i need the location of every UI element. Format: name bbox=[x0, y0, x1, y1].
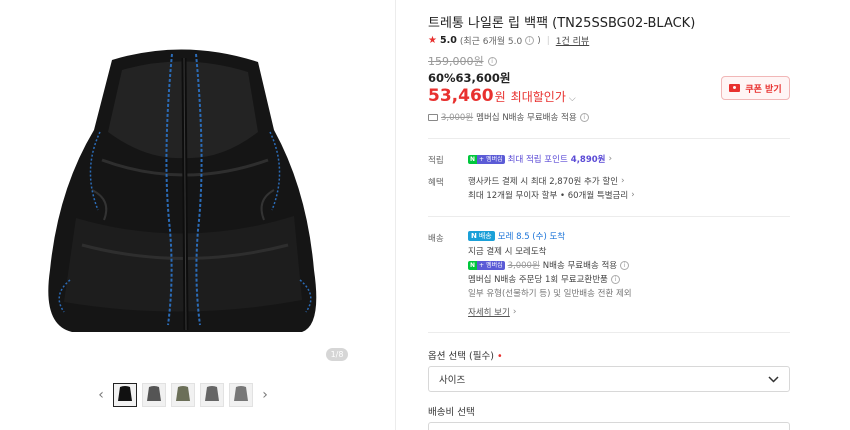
chevron-right-icon: › bbox=[262, 387, 268, 403]
sale-price: 63,600원 bbox=[455, 71, 511, 85]
shipping-fee-select-label: 배송비 선택 bbox=[428, 407, 475, 418]
naver-membership-badge: N + 멤버십 bbox=[468, 154, 505, 164]
chevron-down-icon bbox=[765, 375, 781, 383]
thumbnail-5[interactable] bbox=[229, 383, 253, 407]
size-select-value: 사이즈 bbox=[439, 375, 466, 386]
required-mark: • bbox=[496, 351, 503, 362]
shipping-fee-select[interactable] bbox=[428, 422, 790, 430]
product-title: 트레통 나일론 립 백팩 (TN25SSBG02-BLACK) bbox=[428, 16, 696, 31]
review-count-link[interactable]: 1건 리뷰 bbox=[556, 34, 589, 47]
info-icon[interactable]: i bbox=[525, 36, 535, 45]
benefit-line-1[interactable]: 행사카드 결제 시 최대 2,870원 추가 할인 › bbox=[468, 175, 625, 187]
info-icon[interactable]: i bbox=[579, 112, 589, 122]
thumbnail-2[interactable] bbox=[142, 383, 166, 407]
points-row[interactable]: N + 멤버십 최대 적립 포인트 4,890원 › bbox=[468, 153, 612, 165]
shipping-label: 배송 bbox=[428, 234, 444, 244]
column-divider bbox=[395, 0, 396, 430]
coupon-button[interactable]: 쿠폰 받기 bbox=[721, 76, 790, 100]
info-icon[interactable]: i bbox=[610, 274, 620, 284]
rating-score: 5.0 bbox=[439, 35, 457, 46]
shipping-line-4: 일부 유형(선물하기 등) 및 일반배송 전환 제외 bbox=[468, 289, 632, 299]
shipping-note-text: 멤버십 N배송 무료배송 적용 bbox=[476, 113, 577, 123]
rating-recent: (최근 6개월 5.0 bbox=[459, 37, 523, 47]
chevron-right-icon: › bbox=[512, 307, 517, 317]
thumbnail-3[interactable] bbox=[171, 383, 195, 407]
chevron-right-icon: › bbox=[608, 154, 613, 164]
truck-icon bbox=[428, 113, 438, 121]
shipping-line-2: N + 멤버십 3,000원 N배송 무료배송 적용 i bbox=[468, 259, 630, 271]
points-text: 최대 적립 포인트 bbox=[507, 155, 568, 165]
option-select-label: 옵션 선택 (필수) • bbox=[428, 351, 503, 362]
max-discount-label: 최대할인가 bbox=[510, 90, 566, 104]
benefit-label: 혜택 bbox=[428, 178, 444, 188]
thumb-next-button[interactable]: › bbox=[258, 383, 272, 407]
arrival-date: 모레 8.5 (수) 도착 bbox=[497, 232, 566, 242]
benefit-line-2[interactable]: 최대 12개월 무이자 할부 • 60개월 특별금리 › bbox=[468, 189, 635, 201]
thumbnail-4[interactable] bbox=[200, 383, 224, 407]
n-delivery-badge: N 배송 bbox=[468, 231, 495, 241]
points-value: 4,890원 bbox=[570, 155, 606, 165]
size-select[interactable]: 사이즈 bbox=[428, 366, 790, 392]
chevron-right-icon: › bbox=[621, 176, 625, 186]
chevron-right-icon: › bbox=[631, 190, 635, 200]
section-divider bbox=[428, 216, 790, 217]
image-counter: 1/8 bbox=[326, 348, 348, 361]
info-icon[interactable]: i bbox=[487, 56, 497, 66]
separator: | bbox=[546, 35, 550, 46]
shipping-note: 3,000원 멤버십 N배송 무료배송 적용 i bbox=[428, 111, 589, 123]
coupon-icon bbox=[729, 84, 741, 92]
product-main-image[interactable] bbox=[12, 40, 357, 350]
naver-membership-badge: N + 멤버십 bbox=[468, 260, 505, 270]
shipping-fee-strike: 3,000원 bbox=[441, 113, 474, 123]
shipping-more-link[interactable]: 자세히 보기 › bbox=[468, 306, 516, 318]
thumbnail-1[interactable] bbox=[113, 383, 137, 407]
thumb-prev-button[interactable]: ‹ bbox=[94, 383, 108, 407]
star-icon: ★ bbox=[428, 35, 437, 46]
product-info-panel: 트레통 나일론 립 백팩 (TN25SSBG02-BLACK) ★ 5.0 (최… bbox=[428, 0, 790, 430]
rating-recent-close: ) bbox=[537, 35, 541, 46]
original-price-row: 159,000원 i bbox=[428, 53, 497, 69]
chevron-down-icon: ⌵ bbox=[568, 94, 576, 104]
section-divider bbox=[428, 332, 790, 333]
original-price: 159,000원 bbox=[428, 55, 484, 68]
thumbnail-strip: ‹ › bbox=[94, 382, 272, 408]
sale-price-row: 60%63,600원 bbox=[428, 70, 511, 86]
product-gallery: 1/8 ‹ › bbox=[0, 0, 395, 430]
info-icon[interactable]: i bbox=[620, 260, 630, 270]
points-label: 적립 bbox=[428, 156, 444, 166]
max-discount-price: 53,460 bbox=[428, 86, 494, 106]
max-discount-unit: 원 bbox=[494, 90, 506, 104]
section-divider bbox=[428, 138, 790, 139]
max-discount-row[interactable]: 53,460 원 최대할인가 ⌵ bbox=[428, 86, 576, 106]
shipping-line-3: 멤버십 N배송 주문당 1회 무료교환반품 i bbox=[468, 273, 620, 285]
coupon-label: 쿠폰 받기 bbox=[745, 84, 782, 95]
chevron-left-icon: ‹ bbox=[98, 387, 104, 403]
sale-percent: 60% bbox=[428, 71, 456, 85]
shipping-arrival-row: N 배송 모레 8.5 (수) 도착 bbox=[468, 230, 565, 242]
shipping-line-1: 지금 결제 시 모레도착 bbox=[468, 247, 547, 257]
rating-row: ★ 5.0 (최근 6개월 5.0 i) | 1건 리뷰 bbox=[428, 34, 589, 47]
